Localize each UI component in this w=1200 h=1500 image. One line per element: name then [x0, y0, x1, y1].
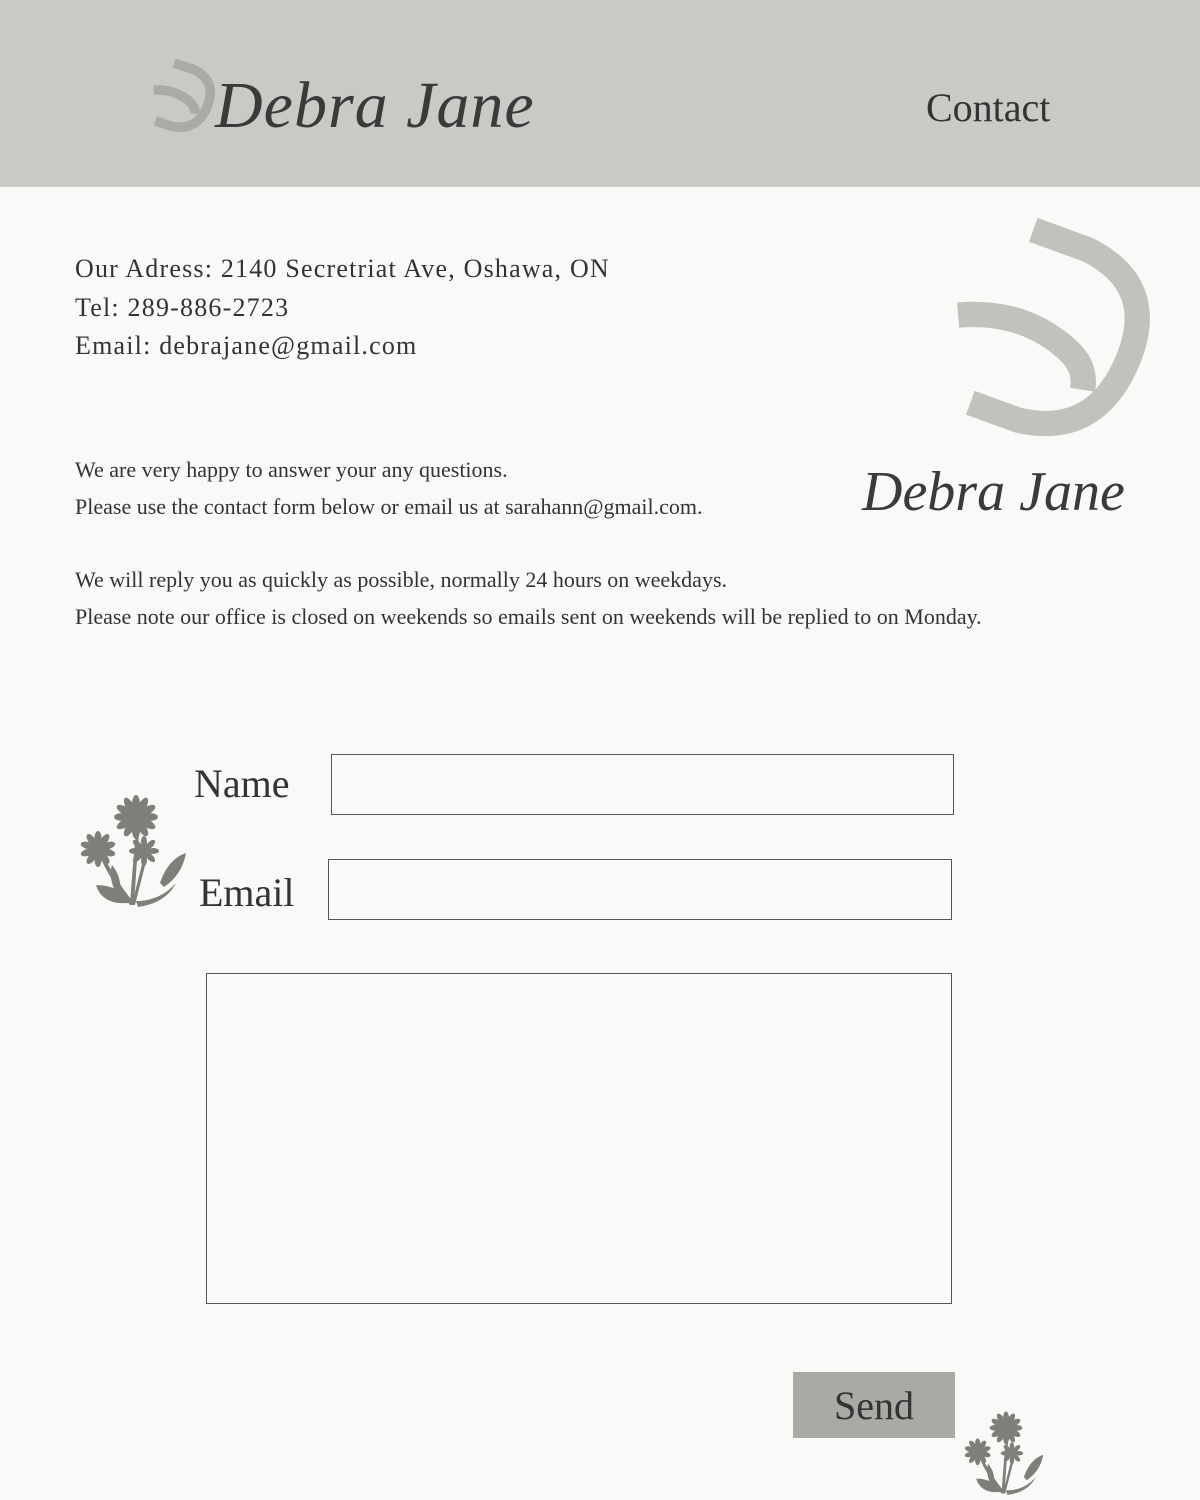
- message-textarea[interactable]: [206, 973, 952, 1304]
- email-input[interactable]: [328, 859, 952, 920]
- message-line: We are very happy to answer your any que…: [75, 457, 508, 482]
- email-label: Email: [199, 870, 295, 915]
- message-line: We will reply you as quickly as possible…: [75, 567, 728, 592]
- name-label: Name: [194, 761, 290, 806]
- brand-logo-text[interactable]: Debra Jane: [215, 68, 535, 144]
- intro-message: We are very happy to answer your any que…: [75, 451, 703, 525]
- send-button[interactable]: Send: [793, 1372, 955, 1438]
- brand-side-text: Debra Jane: [862, 461, 1125, 523]
- dj-monogram-icon: [153, 58, 216, 132]
- nav-contact-link[interactable]: Contact: [926, 84, 1050, 131]
- reply-message: We will reply you as quickly as possible…: [75, 561, 982, 635]
- site-header: Debra Jane Contact: [0, 0, 1200, 187]
- email-text: Email: debrajane@gmail.com: [75, 331, 418, 360]
- contact-info: Our Adress: 2140 Secretriat Ave, Oshawa,…: [75, 250, 610, 366]
- message-line: Please note our office is closed on week…: [75, 604, 982, 629]
- address-text: Our Adress: 2140 Secretriat Ave, Oshawa,…: [75, 254, 610, 283]
- daisy-flower-icon: [80, 795, 186, 907]
- phone-text: Tel: 289-886-2723: [75, 292, 290, 322]
- name-input[interactable]: [331, 754, 954, 815]
- daisy-flower-icon: [964, 1411, 1044, 1496]
- message-line: Please use the contact form below or ema…: [75, 494, 703, 519]
- dj-monogram-icon: [957, 217, 1150, 437]
